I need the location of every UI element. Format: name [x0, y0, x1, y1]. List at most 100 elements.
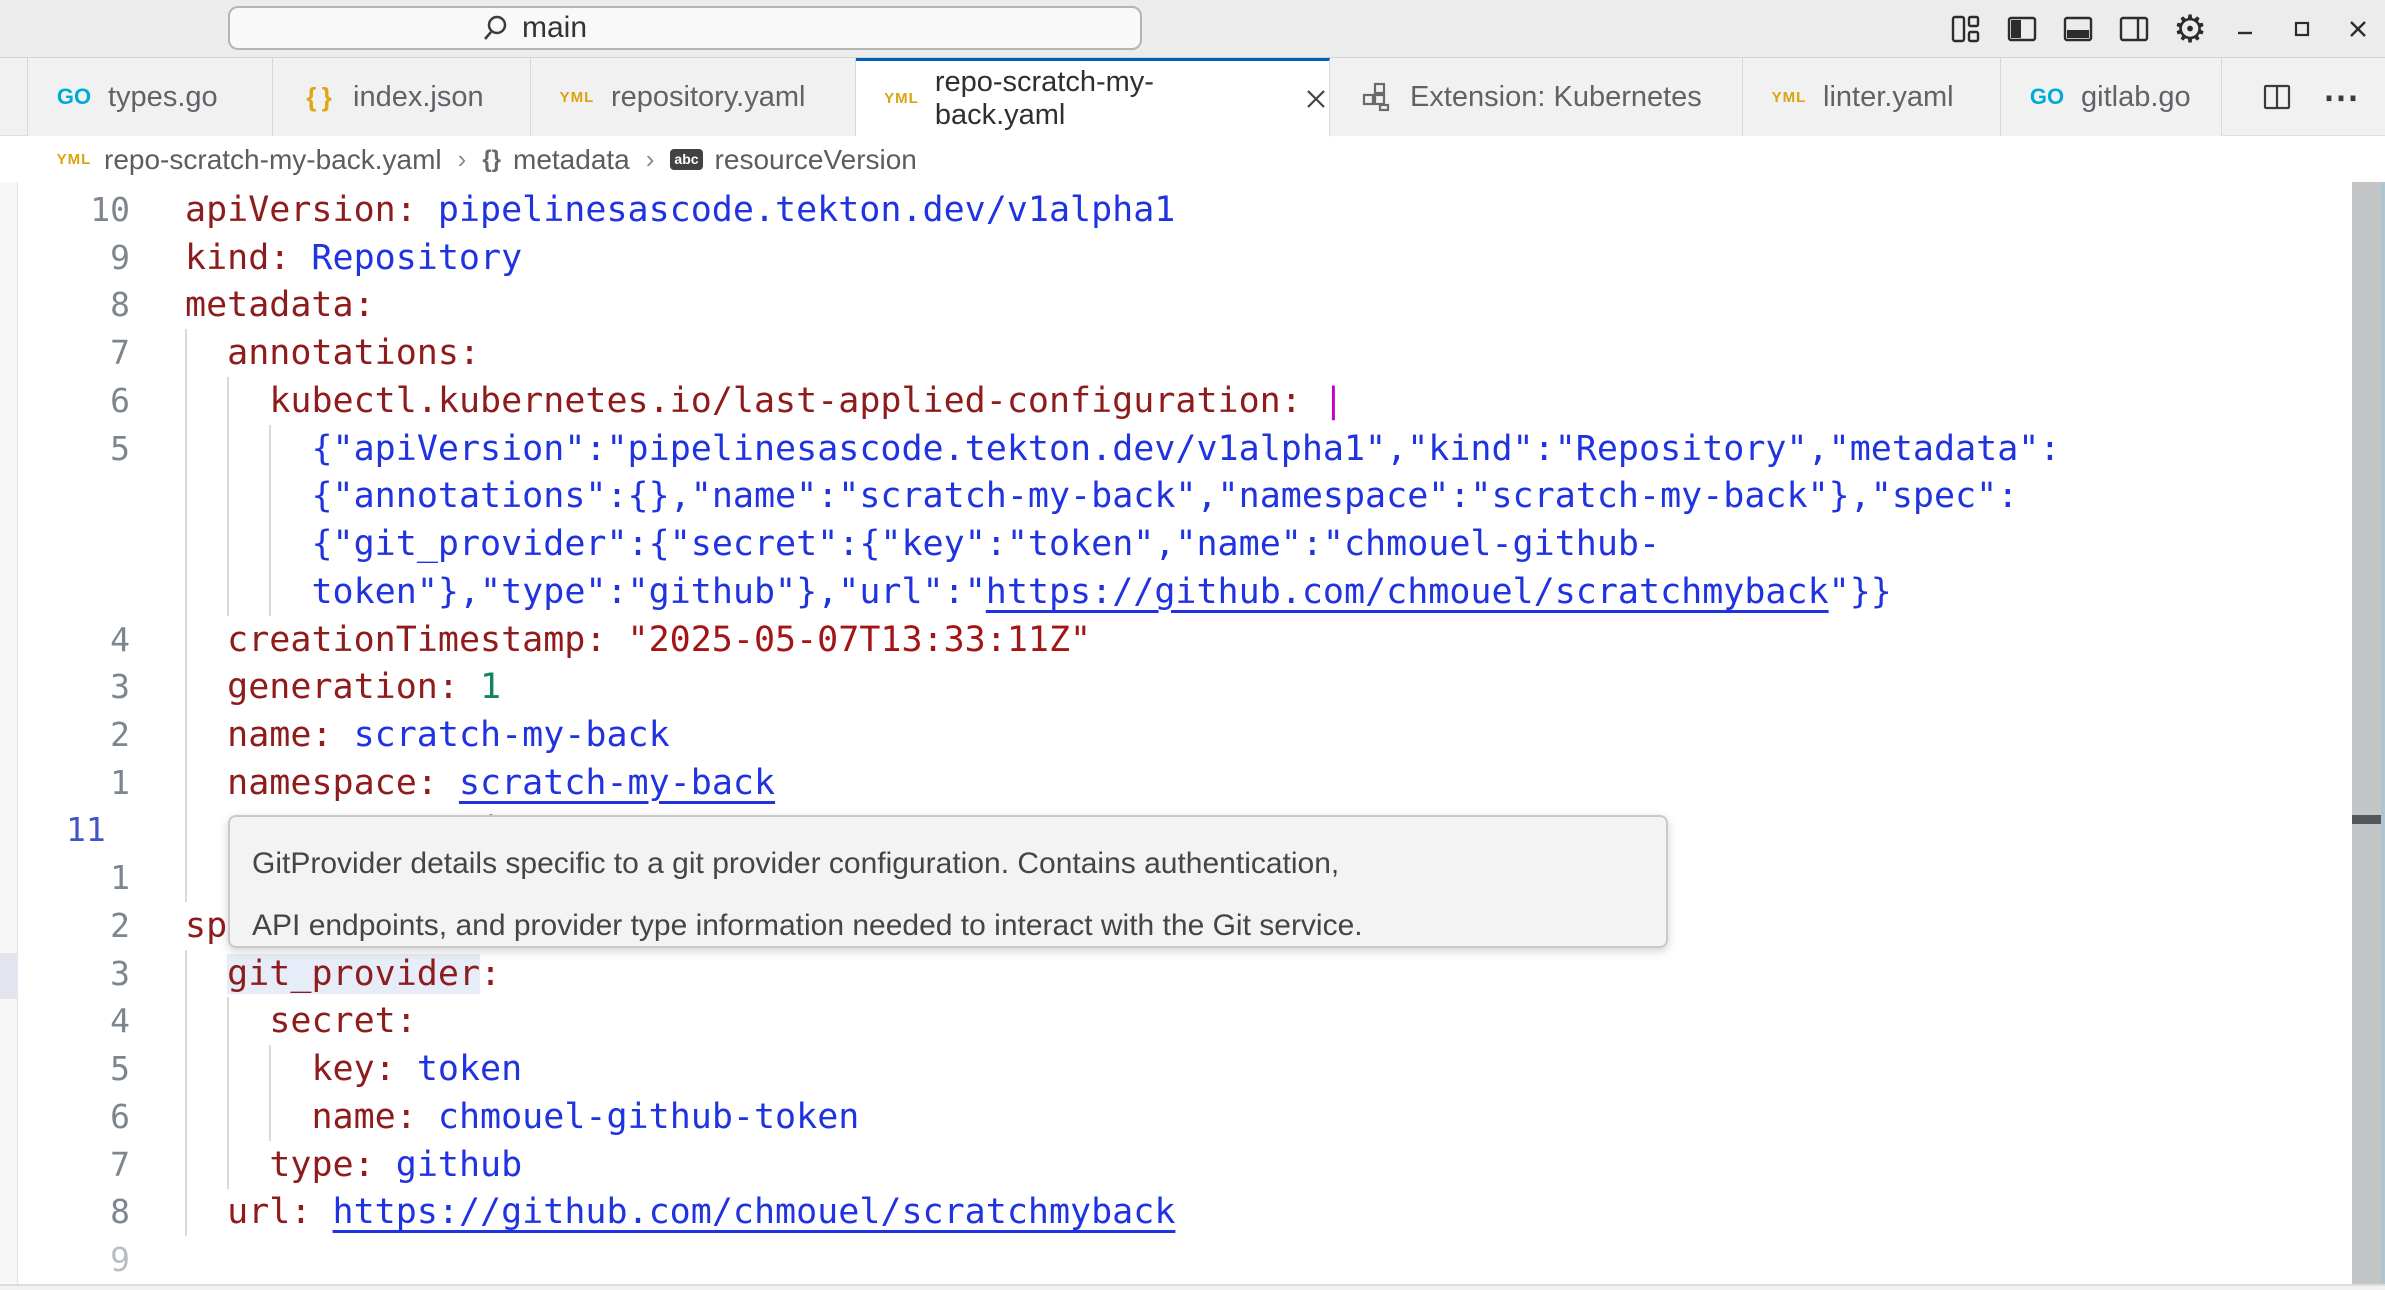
code-token	[438, 763, 459, 803]
panel-divider	[0, 1284, 2385, 1290]
indent-guide	[185, 616, 187, 664]
line-number: 3	[0, 663, 130, 711]
toggle-secondary-sidebar-icon[interactable]	[2117, 12, 2151, 46]
code-link[interactable]: https://github.com/chmouel/scratchmyback	[986, 572, 1829, 612]
toggle-panel-icon[interactable]	[2061, 12, 2095, 46]
maximize-button[interactable]	[2285, 12, 2319, 46]
split-editor-icon[interactable]	[2261, 81, 2293, 113]
code-link[interactable]: scratch-my-back	[459, 763, 775, 803]
json-file-icon: { }	[301, 82, 337, 113]
tab-repo-scratch-my-back-yaml[interactable]: YML repo-scratch-my-back.yaml	[856, 58, 1330, 137]
code-token: kind:	[185, 238, 290, 278]
code-line[interactable]: {"git_provider":{"secret":{"key":"token"…	[0, 520, 2352, 568]
code-token: {"git_provider":{"secret":{"key":"token"…	[311, 524, 1660, 564]
title-bar: main ⚙	[0, 0, 2385, 58]
code-text: generation: 1	[227, 663, 501, 711]
customize-layout-icon[interactable]	[1949, 12, 1983, 46]
symbol-object-icon: {}	[482, 146, 501, 174]
more-actions-icon[interactable]: ⋯	[2323, 76, 2361, 118]
indent-guide	[269, 472, 271, 520]
settings-gear-icon[interactable]: ⚙	[2173, 12, 2207, 46]
code-line[interactable]: 8metadata:	[0, 281, 2352, 329]
chevron-right-icon: ›	[642, 144, 659, 175]
toggle-primary-sidebar-icon[interactable]	[2005, 12, 2039, 46]
code-line[interactable]: 6name: chmouel-github-token	[0, 1093, 2352, 1141]
tab-label: repo-scratch-my-back.yaml	[935, 66, 1273, 132]
code-token: "2025-05-07T13:33:11Z"	[606, 620, 1091, 660]
code-token: {"annotations":{},"name":"scratch-my-bac…	[311, 476, 2018, 516]
code-line[interactable]: 4secret:	[0, 997, 2352, 1045]
indent-guide	[227, 425, 229, 473]
indent-guide	[185, 1093, 187, 1141]
code-token: token"},"type":"github"},"url":"	[311, 572, 985, 612]
code-line[interactable]: 5{"apiVersion":"pipelinesascode.tekton.d…	[0, 425, 2352, 473]
go-file-icon: GO	[56, 84, 92, 110]
code-token: chmouel-github-token	[417, 1097, 860, 1137]
code-token: apiVersion:	[185, 190, 417, 230]
indent-guide	[269, 568, 271, 616]
tab-extension-kubernetes[interactable]: Extension: Kubernetes	[1330, 58, 1743, 136]
hover-tooltip: GitProvider details specific to a git pr…	[228, 815, 1668, 948]
breadcrumb-symbol-metadata[interactable]: metadata	[513, 144, 630, 176]
breadcrumb: YML repo-scratch-my-back.yaml › {} metad…	[0, 137, 2385, 182]
tab-close-icon[interactable]	[1303, 86, 1329, 112]
indent-guide	[185, 854, 187, 902]
code-line[interactable]: 2name: scratch-my-back	[0, 711, 2352, 759]
tab-label: repository.yaml	[611, 81, 805, 114]
code-line[interactable]: {"annotations":{},"name":"scratch-my-bac…	[0, 472, 2352, 520]
line-number: 4	[0, 616, 130, 664]
search-icon	[480, 13, 510, 43]
code-line[interactable]: 4 creationTimestamp: "2025-05-07T13:33:11…	[0, 616, 2352, 664]
vertical-scrollbar[interactable]	[2352, 182, 2381, 1290]
code-line[interactable]: 7annotations:	[0, 329, 2352, 377]
tab-gitlab-go[interactable]: GO gitlab.go	[2001, 58, 2222, 136]
code-line[interactable]: 8url: https://github.com/chmouel/scratch…	[0, 1188, 2352, 1236]
tab-label: gitlab.go	[2081, 81, 2191, 114]
breadcrumb-symbol-resourceversion[interactable]: resourceVersion	[715, 144, 917, 176]
code-link[interactable]: https://github.com/chmouel/scratchmyback	[333, 1192, 1176, 1232]
indent-guide	[227, 1045, 229, 1093]
tooltip-line-2: API endpoints, and provider type informa…	[252, 895, 1666, 957]
tab-linter-yaml[interactable]: YML linter.yaml	[1743, 58, 2001, 136]
code-token: url:	[227, 1192, 311, 1232]
code-token: |	[1323, 381, 1344, 421]
code-line[interactable]: 9kind: Repository	[0, 234, 2352, 282]
code-token: 1	[459, 667, 501, 707]
code-text: type: github	[269, 1141, 522, 1189]
code-token: pipelinesascode.tekton.dev/v1alpha1	[417, 190, 1176, 230]
code-line[interactable]: 10apiVersion: pipelinesascode.tekton.dev…	[0, 186, 2352, 234]
line-number: 9	[0, 234, 130, 282]
code-text: namespace: scratch-my-back	[227, 759, 775, 807]
tooltip-line-1: GitProvider details specific to a git pr…	[252, 833, 1666, 895]
tab-repository-yaml[interactable]: YML repository.yaml	[531, 58, 856, 136]
close-window-button[interactable]	[2341, 12, 2375, 46]
code-token: github	[375, 1145, 523, 1185]
code-token: token	[396, 1049, 522, 1089]
indent-guide	[227, 472, 229, 520]
code-line[interactable]: 7type: github	[0, 1141, 2352, 1189]
tab-label: Extension: Kubernetes	[1410, 81, 1702, 114]
code-token: creationTimestamp:	[227, 620, 606, 660]
minimize-button[interactable]	[2229, 12, 2263, 46]
code-line[interactable]: 6kubectl.kubernetes.io/last-applied-conf…	[0, 377, 2352, 425]
code-token	[311, 1192, 332, 1232]
indent-guide	[269, 425, 271, 473]
breadcrumb-file[interactable]: repo-scratch-my-back.yaml	[104, 144, 442, 176]
code-line[interactable]: 9	[0, 1236, 2352, 1284]
code-token: type:	[269, 1145, 374, 1185]
indent-guide	[227, 568, 229, 616]
tab-index-json[interactable]: { } index.json	[273, 58, 531, 136]
indent-guide	[185, 472, 187, 520]
command-center-search[interactable]: main	[228, 6, 1142, 50]
code-text: apiVersion: pipelinesascode.tekton.dev/v…	[185, 186, 1175, 234]
code-line[interactable]: 1namespace: scratch-my-back	[0, 759, 2352, 807]
tab-types-go[interactable]: GO types.go	[27, 58, 273, 136]
code-line[interactable]: 5key: token	[0, 1045, 2352, 1093]
code-token: namespace:	[227, 763, 438, 803]
code-editor[interactable]: 10apiVersion: pipelinesascode.tekton.dev…	[0, 182, 2385, 1290]
code-text: creationTimestamp: "2025-05-07T13:33:11Z…	[227, 616, 1091, 664]
tab-label: index.json	[353, 81, 484, 114]
indent-guide	[185, 950, 187, 998]
code-line[interactable]: token"},"type":"github"},"url":"https://…	[0, 568, 2352, 616]
code-line[interactable]: 3 generation: 1	[0, 663, 2352, 711]
